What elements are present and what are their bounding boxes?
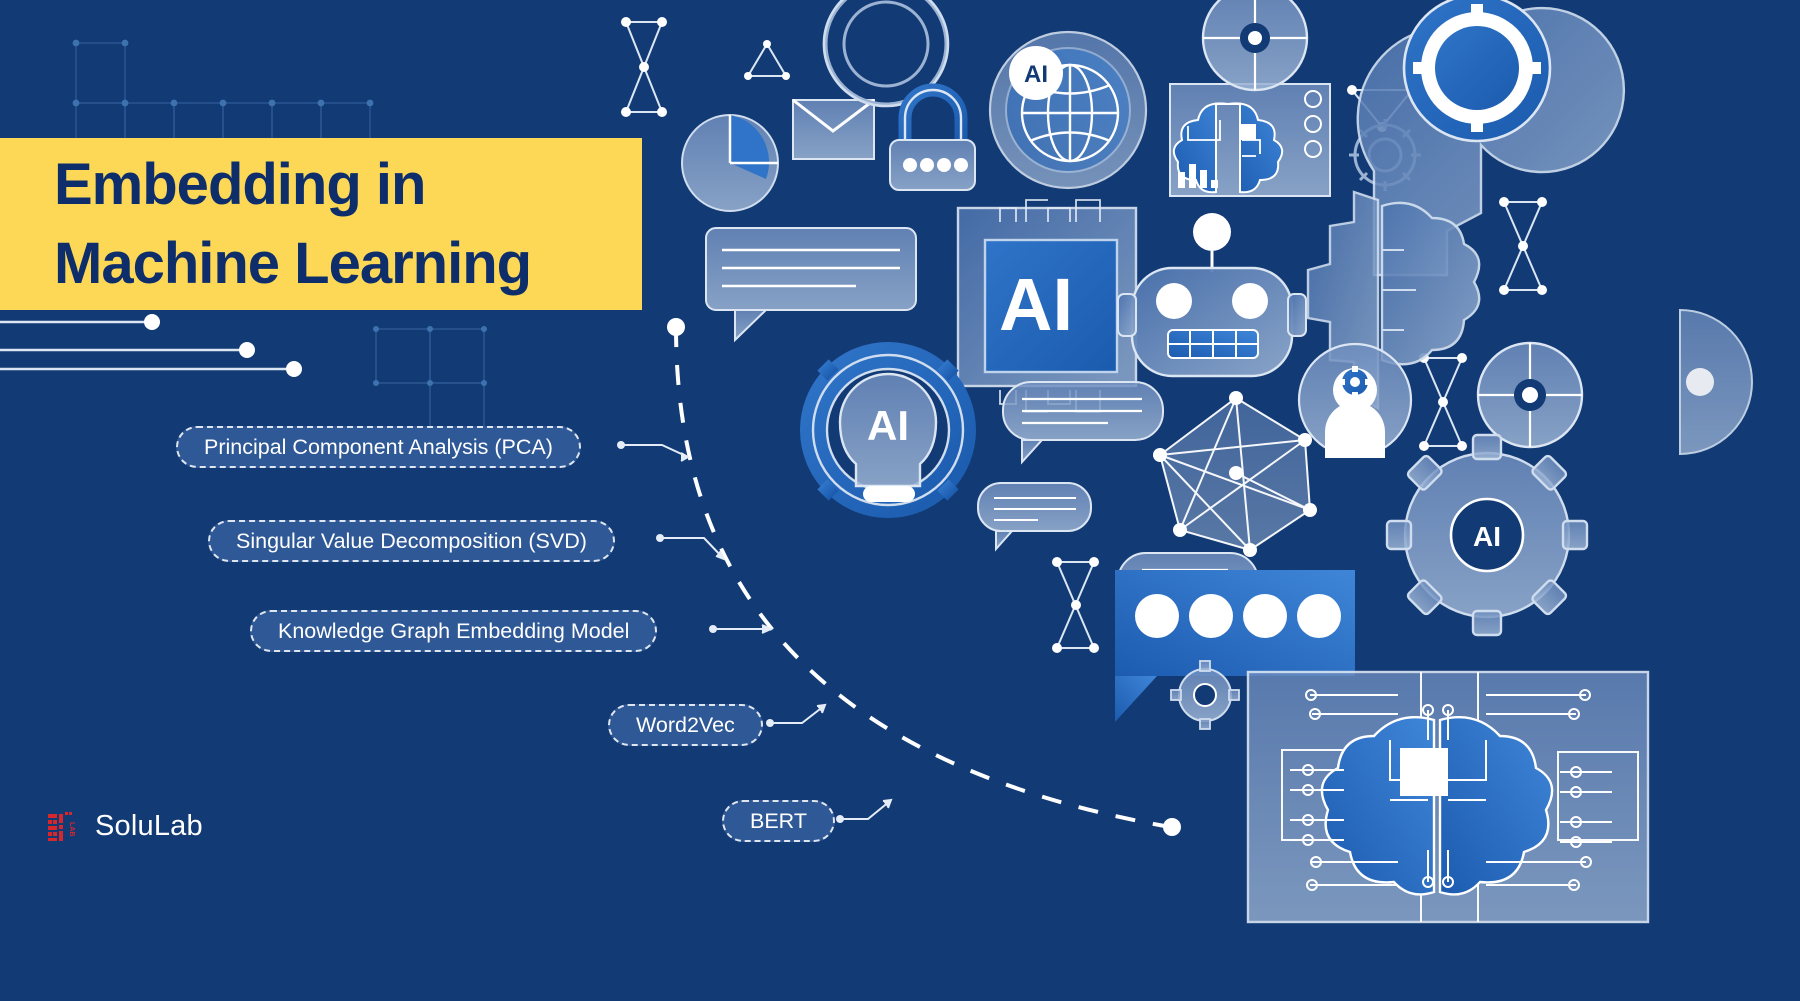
hourglass-nodes-icon-mid (1052, 557, 1099, 653)
ai-label-chip: AI (999, 263, 1073, 346)
hourglass-nodes-icon-right2 (1419, 353, 1467, 451)
poster-canvas: AI AI AI AI Embedding in Machine Learnin… (0, 0, 1800, 1001)
title-line-1: Embedding in (54, 152, 426, 217)
pill-label: BERT (750, 808, 807, 833)
hourglass-nodes-icon-right (1499, 197, 1547, 295)
ai-gear-icon: AI (1385, 433, 1589, 637)
ai-label-globe: AI (1024, 61, 1048, 88)
disc-icon (1201, 0, 1309, 92)
user-gear-icon (1297, 342, 1413, 458)
solulab-logo-mark: LAB (48, 811, 75, 841)
pill-label: Principal Component Analysis (PCA) (204, 434, 553, 459)
pill-principal-component-analysis[interactable]: Principal Component Analysis (PCA) (176, 426, 581, 468)
pill-word2vec[interactable]: Word2Vec (608, 704, 763, 746)
globe-ai-icon: AI (988, 30, 1148, 190)
circuit-brain-icon (1246, 670, 1650, 924)
title-banner: Embedding in Machine Learning (0, 138, 642, 310)
pie-chart-icon (681, 114, 779, 212)
dashed-curve-end-dot (1163, 818, 1181, 836)
solulab-wordmark: SoluLab (95, 810, 203, 842)
ai-lightbulb-gear-icon: AI (796, 338, 980, 518)
triangle-nodes-icon-left (744, 40, 790, 80)
decor-dot-line-ends (144, 314, 302, 377)
half-circle-right-icon (1679, 308, 1753, 456)
pill-bert[interactable]: BERT (722, 800, 835, 842)
title-line-2: Machine Learning (54, 231, 532, 296)
solulab-logo[interactable]: LAB SoluLab (48, 810, 203, 843)
disc-icon-right (1476, 341, 1584, 449)
chat-bubble-icon (705, 227, 917, 343)
ai-label-gear: AI (1473, 521, 1501, 552)
pill-label: Singular Value Decomposition (SVD) (236, 528, 587, 553)
logo-lab-text: LAB (68, 822, 75, 836)
padlock-icon (889, 83, 976, 191)
chat-bubble-icon-3 (977, 482, 1092, 552)
pill-knowledge-graph-embedding-model[interactable]: Knowledge Graph Embedding Model (250, 610, 658, 652)
brain-monitor-icon (1169, 83, 1331, 197)
robot-icon (1117, 213, 1307, 378)
pill-singular-value-decomposition[interactable]: Singular Value Decomposition (SVD) (208, 520, 615, 562)
envelope-icon (792, 98, 875, 160)
ai-label-bulb: AI (867, 402, 909, 449)
pill-label: Knowledge Graph Embedding Model (278, 618, 630, 643)
hourglass-nodes-icon-top (621, 17, 667, 117)
pill-label: Word2Vec (636, 712, 735, 737)
dashed-curve-start-dot (667, 318, 685, 336)
